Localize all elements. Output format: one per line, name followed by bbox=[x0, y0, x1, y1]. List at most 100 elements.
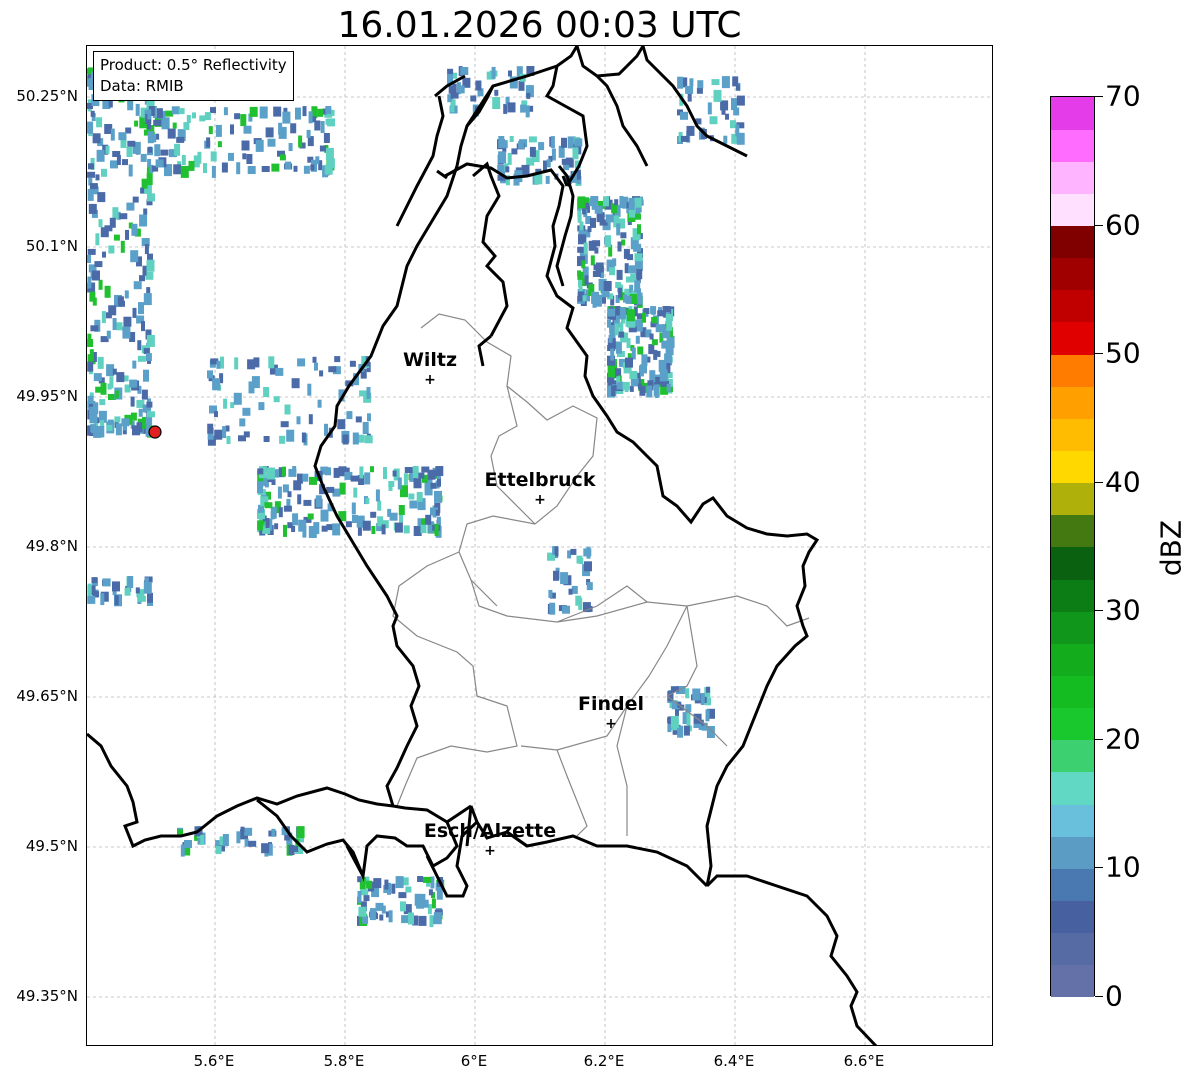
echo-pixel bbox=[508, 70, 512, 77]
echo-pixel bbox=[420, 525, 427, 534]
echo-pixel bbox=[102, 251, 106, 258]
echo-pixel bbox=[87, 68, 91, 75]
echo-pixel bbox=[414, 893, 421, 906]
city-label: Wiltz bbox=[403, 349, 457, 371]
echo-pixel bbox=[280, 421, 289, 428]
echo-pixel bbox=[408, 493, 415, 500]
echo-pixel bbox=[578, 597, 583, 610]
echo-pixel bbox=[123, 316, 132, 327]
echo-pixel bbox=[257, 481, 263, 494]
echo-pixel bbox=[642, 312, 646, 323]
echo-pixel bbox=[96, 149, 105, 162]
echo-pixel bbox=[491, 66, 496, 79]
echo-pixel bbox=[140, 187, 145, 194]
colorbar-segment bbox=[1051, 225, 1094, 259]
echo-pixel bbox=[298, 135, 303, 148]
echo-pixel bbox=[610, 348, 615, 361]
echo-pixel bbox=[88, 203, 97, 214]
echo-pixel bbox=[320, 509, 329, 522]
echo-pixel bbox=[264, 502, 273, 509]
echo-pixel bbox=[96, 117, 103, 128]
echo-pixel bbox=[391, 883, 396, 894]
echo-pixel bbox=[148, 146, 153, 153]
city-markers: Wiltz+Ettelbruck+Findel+Esch/Alzette+ bbox=[403, 349, 644, 859]
echo-pixel bbox=[127, 140, 136, 147]
echo-pixel bbox=[324, 423, 328, 436]
echo-pixel bbox=[240, 826, 245, 833]
echo-pixel bbox=[210, 151, 217, 162]
echo-pixel bbox=[324, 164, 333, 175]
echo-pixel bbox=[265, 127, 274, 138]
echo-pixel bbox=[302, 106, 307, 117]
echo-pixel bbox=[239, 418, 246, 427]
echo-pixel bbox=[591, 291, 600, 304]
echo-pixel bbox=[450, 92, 459, 99]
echo-pixel bbox=[653, 349, 658, 360]
lon-tick-label: 5.6°E bbox=[193, 1052, 235, 1070]
echo-pixel bbox=[388, 910, 393, 923]
echo-pixel bbox=[634, 280, 641, 293]
echo-pixel bbox=[334, 356, 341, 363]
colorbar-segment bbox=[1051, 611, 1094, 644]
echo-pixel bbox=[383, 467, 387, 480]
echo-pixel bbox=[87, 121, 94, 134]
radar-map[interactable]: Wiltz + Ettelbruck + Findel + Esch/Alzette + bbox=[86, 45, 993, 1046]
echo-pixel bbox=[725, 113, 729, 120]
echo-pixel bbox=[135, 103, 140, 116]
echo-pixel bbox=[87, 595, 96, 604]
echo-pixel bbox=[167, 128, 176, 139]
echo-pixel bbox=[147, 159, 152, 167]
radar-site-marker bbox=[148, 425, 162, 439]
echo-pixel bbox=[607, 308, 616, 317]
echo-pixel bbox=[736, 95, 745, 106]
echo-pixel bbox=[525, 105, 530, 118]
echo-pixel bbox=[114, 390, 119, 399]
echo-pixel bbox=[261, 166, 270, 172]
echo-pixel bbox=[548, 589, 553, 598]
echo-pixel bbox=[450, 102, 455, 113]
echo-pixel bbox=[301, 432, 306, 443]
echo-pixel bbox=[416, 491, 423, 502]
echo-pixel bbox=[98, 279, 103, 290]
echo-pixel bbox=[291, 526, 296, 532]
echo-pixel bbox=[233, 392, 242, 405]
echo-pixel bbox=[118, 132, 127, 141]
echo-pixel bbox=[394, 522, 403, 533]
echo-pixel bbox=[389, 512, 398, 521]
echo-pixel bbox=[204, 112, 211, 121]
echo-pixel bbox=[686, 125, 695, 136]
echo-pixel bbox=[518, 80, 525, 91]
echo-pixel bbox=[87, 188, 94, 201]
echo-pixel bbox=[277, 486, 282, 499]
city-marker: + bbox=[484, 843, 496, 859]
graticule bbox=[87, 46, 992, 1045]
echo-pixel bbox=[106, 330, 111, 339]
echo-pixel bbox=[618, 331, 625, 338]
echo-pixel bbox=[284, 404, 291, 415]
echo-pixel bbox=[128, 164, 133, 177]
echo-pixel bbox=[215, 846, 222, 854]
echo-pixel bbox=[634, 253, 643, 262]
colorbar-tick bbox=[1095, 610, 1103, 612]
echo-pixel bbox=[216, 360, 221, 369]
echo-pixel bbox=[137, 355, 146, 362]
echo-pixel bbox=[730, 120, 736, 129]
echo-pixel bbox=[124, 290, 129, 299]
echo-pixel bbox=[319, 145, 326, 152]
echo-pixel bbox=[370, 511, 377, 518]
echo-pixel bbox=[384, 879, 389, 890]
echo-pixel bbox=[207, 370, 213, 379]
echo-pixel bbox=[228, 152, 234, 161]
echo-pixel bbox=[359, 466, 364, 479]
echo-pixel bbox=[127, 576, 134, 588]
echo-pixel bbox=[616, 223, 621, 236]
echo-pixel bbox=[263, 436, 270, 442]
echo-pixel bbox=[507, 102, 516, 113]
echo-pixel bbox=[538, 142, 545, 151]
colorbar-tick-label: 20 bbox=[1105, 722, 1141, 756]
echo-pixel bbox=[116, 155, 121, 165]
echo-pixel bbox=[257, 468, 264, 475]
echo-pixel bbox=[121, 418, 130, 427]
echo-pixel bbox=[105, 145, 110, 154]
echo-pixel bbox=[395, 876, 404, 889]
